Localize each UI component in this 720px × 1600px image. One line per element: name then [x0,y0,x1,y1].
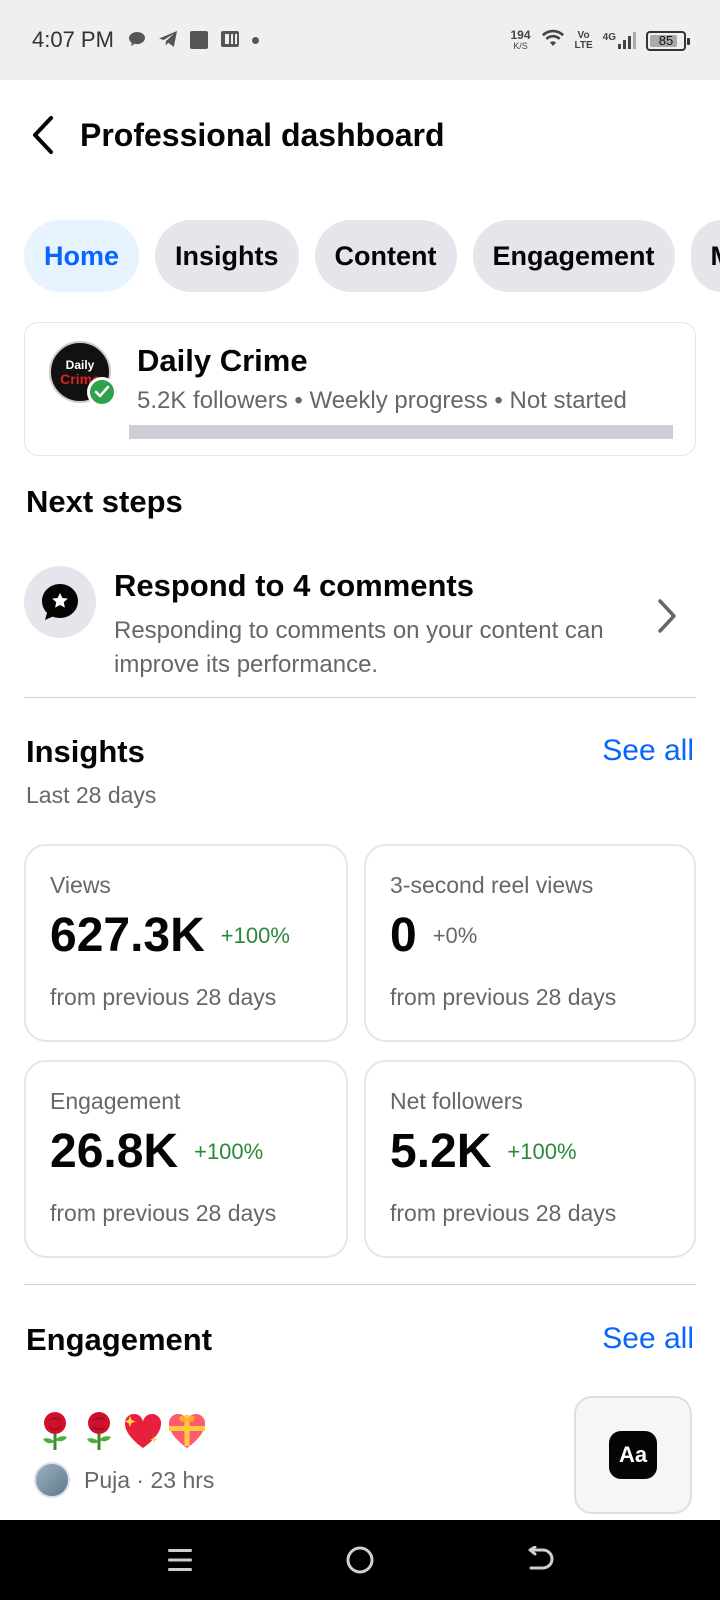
page-meta: 5.2K followers • Weekly progress • Not s… [137,387,627,414]
metric-value: 26.8K +100% [50,1125,264,1178]
system-nav-bar [0,1520,720,1600]
tab-more[interactable]: M [690,220,720,292]
recent-apps-button[interactable] [160,1540,200,1580]
weekly-progress-bar [129,425,673,439]
rose-icon [78,1410,120,1452]
metric-label: Net followers [390,1088,523,1114]
metric-value: 627.3K +100% [50,909,290,962]
metric-change: +100% [194,1139,264,1164]
home-circle-icon [346,1546,374,1574]
next-step-description: Responding to comments on your content c… [114,617,604,678]
telegram-icon [158,30,178,51]
metric-change: +0% [432,923,478,948]
metric-footnote: from previous 28 days [390,984,617,1010]
metric-card-engagement[interactable]: Engagement 26.8K +100% from previous 28 d… [24,1060,348,1258]
tab-insights[interactable]: Insights [155,220,299,292]
comment-reactions [34,1410,208,1452]
metric-card-net-followers[interactable]: Net followers 5.2K +100% from previous 28… [364,1060,696,1258]
text-format-button[interactable]: Aa [574,1396,692,1514]
net-speed: 194 K/S [510,27,531,51]
divider [24,1284,696,1285]
dashboard-tabs: Home Insights Content Engagement M [24,220,720,292]
more-notifications-dot [251,36,259,44]
page-summary-card[interactable]: Daily Crime Daily Crime 5.2K followers •… [24,322,696,456]
commenter-row[interactable]: Puja · 23 hrs [34,1462,214,1498]
gift-heart-icon [166,1410,208,1452]
metric-label: 3-second reel views [390,872,594,898]
status-bar: 4:07 PM 194 K/S Vo LTE 4G 85 [0,0,720,80]
metric-change: +100% [220,923,290,948]
insights-see-all-link[interactable]: See all [602,734,694,768]
status-indicators: 194 K/S Vo LTE 4G 85 [510,27,690,53]
commenter-avatar [34,1462,70,1498]
tab-content[interactable]: Content [314,220,457,292]
metric-card-reel-views[interactable]: 3-second reel views 0 +0% from previous 2… [364,844,696,1042]
next-step-item[interactable]: Respond to 4 comments Responding to comm… [24,562,696,682]
page-name: Daily Crime [137,343,308,378]
metric-footnote: from previous 28 days [50,984,277,1010]
page-title: Professional dashboard [80,116,445,153]
insights-period: Last 28 days [26,782,157,808]
engagement-see-all-link[interactable]: See all [602,1322,694,1356]
back-button[interactable] [26,113,60,157]
metric-footnote: from previous 28 days [390,1200,617,1226]
sparkling-heart-icon [122,1410,164,1452]
metric-footnote: from previous 28 days [50,1200,277,1226]
battery-icon: 85 [646,30,690,51]
verified-check-icon [87,377,117,407]
metric-change: +100% [507,1139,577,1164]
engagement-title: Engagement [26,1322,213,1357]
back-arrow-icon [33,116,53,154]
chat-notification-icon [128,31,146,50]
insights-title: Insights [26,734,145,769]
metric-label: Views [50,872,111,898]
next-step-title: Respond to 4 comments [114,568,474,603]
tab-home[interactable]: Home [24,220,140,292]
home-button[interactable] [340,1540,380,1580]
signal-icon: 4G [603,32,636,49]
tab-engagement[interactable]: Engagement [472,220,675,292]
next-steps-title: Next steps [26,484,183,519]
commenter-name-time: Puja · 23 hrs [84,1466,215,1493]
chevron-right-icon [656,598,678,639]
metric-label: Engagement [50,1088,181,1114]
divider [24,697,696,698]
volte-indicator: Vo LTE [574,29,593,51]
metric-value: 5.2K +100% [390,1125,577,1178]
back-nav-button[interactable] [520,1540,560,1580]
comment-star-icon [24,566,96,638]
wifi-icon [541,28,565,53]
menu-icon [168,1549,192,1571]
metric-value: 0 +0% [390,909,478,962]
rose-icon [34,1410,76,1452]
header: Professional dashboard [0,80,720,190]
status-time: 4:07 PM [32,27,114,52]
text-format-icon: Aa [609,1431,657,1479]
reader-app-icon [220,30,240,51]
back-gesture-icon [528,1546,554,1570]
app-notification-icon [189,31,208,49]
metric-card-views[interactable]: Views 627.3K +100% from previous 28 days [24,844,348,1042]
